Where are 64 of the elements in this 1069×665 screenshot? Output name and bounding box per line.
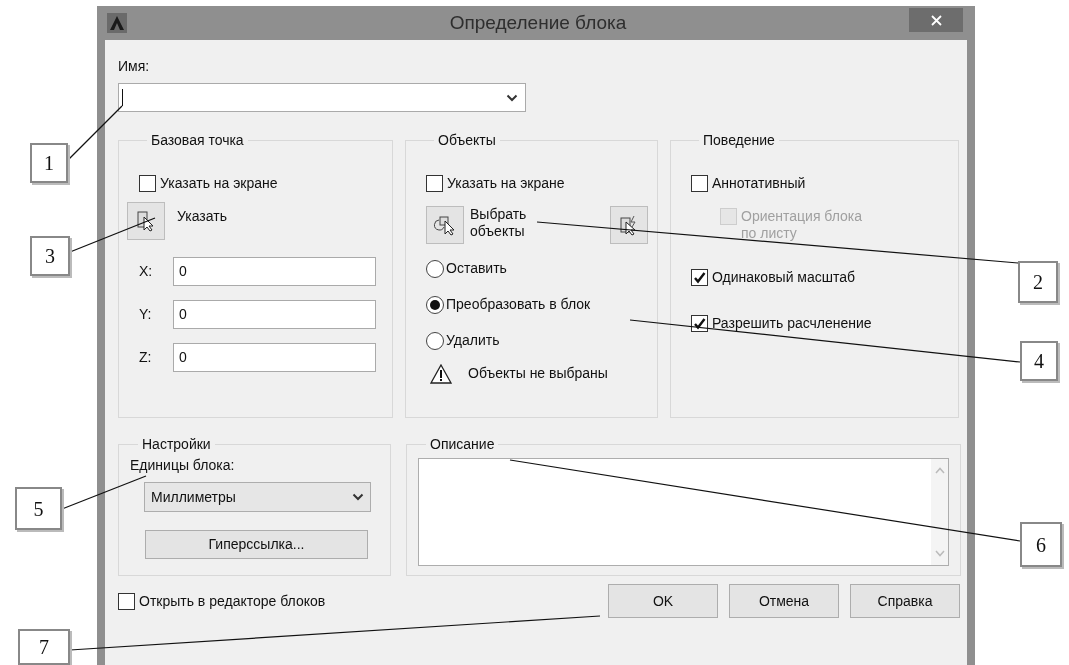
units-dropdown[interactable]: Миллиметры: [144, 482, 371, 512]
scrollbar[interactable]: [931, 459, 948, 565]
coordinate-field[interactable]: 0: [173, 257, 376, 286]
radio-button[interactable]: [426, 295, 444, 314]
checkbox[interactable]: [118, 592, 135, 610]
chevron-down-icon: [352, 493, 364, 501]
checkbox-label: Одинаковый масштаб: [712, 268, 856, 287]
group-title: Настройки: [141, 435, 212, 454]
checkbox-label: Указать на экране: [160, 174, 278, 193]
quick-select-button[interactable]: [610, 206, 648, 244]
checkmark-icon: [693, 317, 706, 330]
coordinate-field[interactable]: 0: [173, 343, 376, 372]
callout-number: 2: [1018, 261, 1058, 303]
scroll-down-icon: [934, 550, 945, 557]
close-button[interactable]: [909, 8, 963, 32]
callout-number: 6: [1020, 522, 1062, 567]
app-logo-icon: [107, 13, 127, 33]
name-label: Имя:: [118, 57, 151, 76]
checkbox[interactable]: [139, 175, 156, 192]
radio-label: Оставить: [446, 259, 507, 278]
dialog-button[interactable]: Отмена: [729, 584, 839, 618]
pick-point-label: Указать: [177, 206, 227, 226]
group-title: Базовая точка: [150, 131, 245, 150]
radio-button[interactable]: [426, 259, 444, 278]
checkbox-label: Указать на экране: [447, 174, 565, 193]
scroll-up-icon: [934, 467, 945, 474]
callout-number: 4: [1020, 341, 1058, 381]
checkbox[interactable]: [691, 315, 708, 332]
checkbox[interactable]: [691, 175, 708, 192]
group-title: Описание: [429, 435, 496, 454]
warning-message: Объекты не выбраны: [468, 364, 608, 383]
pick-point-button[interactable]: [127, 202, 165, 240]
radio-label: Преобразовать в блок: [446, 295, 591, 314]
radio-button[interactable]: [426, 331, 444, 350]
leader-line: [67, 105, 123, 161]
coordinate-field[interactable]: 0: [173, 300, 376, 329]
units-label: Единицы блока:: [130, 456, 236, 475]
select-objects-button[interactable]: [426, 206, 464, 244]
dialog-button[interactable]: Справка: [850, 584, 960, 618]
callout-number: 1: [30, 143, 68, 183]
checkbox[interactable]: [691, 269, 708, 286]
checkbox[interactable]: [426, 175, 443, 192]
hyperlink-button[interactable]: Гиперссылка...: [145, 530, 368, 559]
checkbox-label: Разрешить расчленение: [712, 314, 872, 333]
coordinate-label: X:: [139, 262, 154, 281]
window-title: Определение блока: [448, 10, 628, 35]
coordinate-label: Y:: [139, 305, 153, 324]
group-title: Поведение: [702, 131, 776, 150]
warning-icon: [430, 363, 452, 384]
checkbox-label: Открыть в редакторе блоков: [139, 591, 326, 611]
callout-number: 5: [15, 487, 62, 530]
coordinate-label: Z:: [139, 348, 153, 367]
chevron-down-icon: [506, 93, 518, 102]
checkbox-label: Ориентация блока по листу: [741, 208, 864, 242]
select-cursor-icon: [433, 214, 457, 236]
radio-label: Удалить: [446, 331, 500, 350]
checkmark-icon: [693, 271, 706, 284]
select-objects-label: Выбрать объекты: [470, 206, 528, 240]
callout-number: 3: [30, 236, 70, 276]
close-icon: [930, 14, 942, 26]
checkbox-label: Аннотативный: [712, 174, 806, 193]
group-title: Объекты: [437, 131, 497, 150]
dialog-button[interactable]: OK: [608, 584, 718, 618]
callout-number: 7: [18, 629, 70, 665]
